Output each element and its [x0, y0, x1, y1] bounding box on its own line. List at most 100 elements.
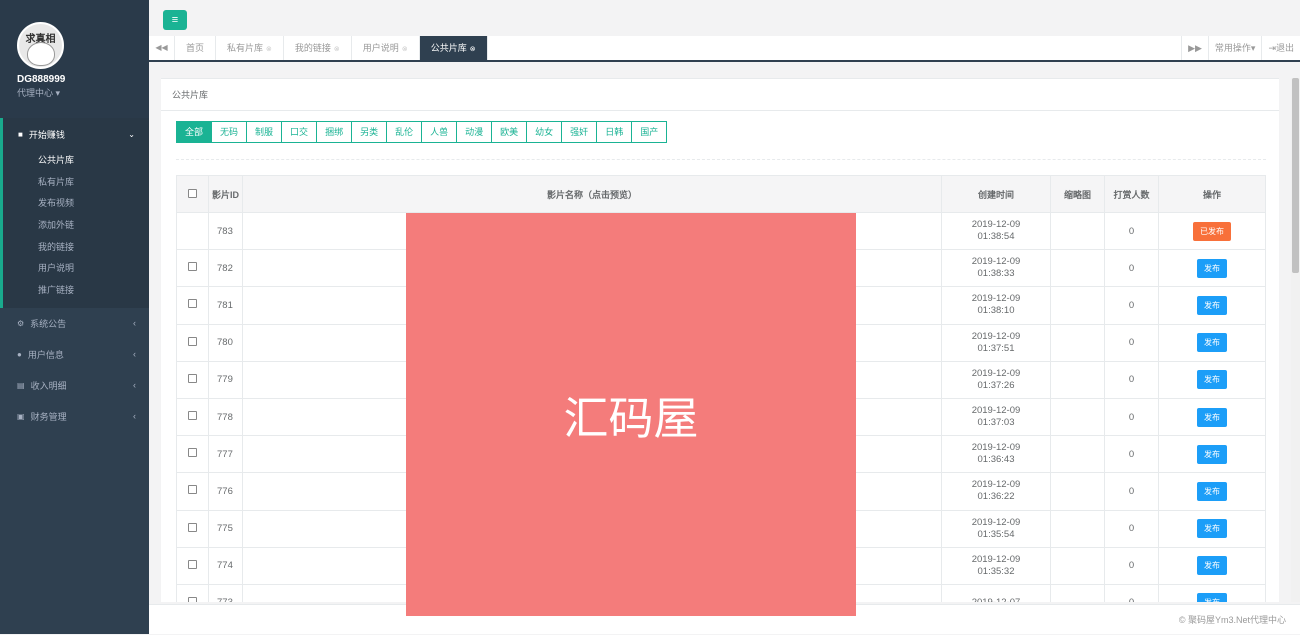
category-button[interactable]: 动漫: [456, 121, 493, 143]
row-action: 发布: [1158, 472, 1266, 511]
row-checkbox[interactable]: [188, 596, 197, 602]
submenu-item-add-external-link[interactable]: 添加外链: [3, 215, 149, 237]
category-button[interactable]: 欧美: [491, 121, 528, 143]
submenu-item-public-library[interactable]: 公共片库: [3, 150, 149, 172]
divider: [176, 159, 1266, 160]
publish-button[interactable]: 发布: [1197, 556, 1227, 576]
publish-button[interactable]: 发布: [1197, 519, 1227, 539]
row-checkbox[interactable]: [188, 262, 197, 272]
category-button[interactable]: 口交: [281, 121, 318, 143]
tab-private-library[interactable]: 私有片库 ⊗: [216, 36, 284, 60]
tab-public-library[interactable]: 公共片库 ⊗: [419, 36, 488, 60]
menu-toggle-button[interactable]: ≡: [163, 10, 187, 30]
row-action: 发布: [1158, 397, 1266, 437]
publish-button[interactable]: 发布: [1197, 295, 1227, 315]
tab-my-links[interactable]: 我的链接 ⊗: [284, 36, 352, 60]
row-tip-count: 0: [1104, 435, 1159, 474]
row-date: 2019-12-09: [971, 256, 1021, 268]
submenu-item-promo-link[interactable]: 推广链接: [3, 280, 149, 302]
close-icon[interactable]: ⊗: [266, 46, 272, 53]
tab-home[interactable]: 首页: [175, 36, 217, 60]
row-time: 01:38:33: [977, 268, 1015, 280]
publish-button[interactable]: 发布: [1197, 407, 1227, 427]
logout-button[interactable]: ⇥退出: [1261, 36, 1300, 60]
category-button[interactable]: 强奸: [561, 121, 598, 143]
tab-label: 私有片库: [227, 43, 264, 53]
select-all-checkbox[interactable]: [188, 188, 197, 198]
publish-button[interactable]: 发布: [1197, 370, 1227, 390]
row-checkbox[interactable]: [188, 485, 197, 495]
common-ops-dropdown[interactable]: 常用操作▾: [1207, 36, 1262, 60]
tab-scroll-left-icon[interactable]: ◀◀: [149, 36, 175, 60]
submenu-item-private-library[interactable]: 私有片库: [3, 172, 149, 194]
submenu-item-user-guide[interactable]: 用户说明: [3, 258, 149, 280]
category-button[interactable]: 捆绑: [316, 121, 353, 143]
row-created: 2019-12-09 01:38:10: [941, 286, 1051, 325]
close-icon[interactable]: ⊗: [334, 46, 340, 53]
category-button[interactable]: 另类: [351, 121, 388, 143]
row-select-cell: [176, 323, 209, 362]
submenu-item-my-links[interactable]: 我的链接: [3, 237, 149, 259]
sidebar-item-user-info[interactable]: ● 用户信息 ‹: [0, 339, 149, 370]
row-action: 已发布: [1158, 211, 1266, 251]
tab-bar-right: ▶▶ 常用操作▾ ⇥退出: [1181, 36, 1300, 60]
category-button[interactable]: 乱伦: [386, 121, 423, 143]
row-checkbox[interactable]: [188, 336, 197, 346]
table-header-row: 影片ID 影片名称（点击预览） 创建时间 缩略图 打赏人数 操作: [176, 175, 1266, 213]
tab-user-guide[interactable]: 用户说明 ⊗: [352, 36, 420, 60]
sidebar-item-label: 系统公告: [30, 318, 67, 329]
category-button[interactable]: 人兽: [421, 121, 458, 143]
database-icon: ■: [18, 129, 23, 139]
close-icon[interactable]: ⊗: [402, 46, 408, 53]
chevron-down-icon: ⌄: [128, 129, 135, 139]
category-button[interactable]: 制服: [246, 121, 283, 143]
row-thumbnail: [1050, 249, 1105, 288]
row-date: 2019-12-09: [971, 219, 1021, 231]
avatar[interactable]: 求真相: [17, 22, 64, 69]
close-icon[interactable]: ⊗: [470, 46, 476, 53]
user-role-dropdown[interactable]: 代理中心 ▾: [17, 86, 60, 99]
copy-icon: ▣: [17, 411, 25, 421]
publish-button[interactable]: 发布: [1197, 593, 1227, 602]
row-thumbnail: [1050, 211, 1105, 251]
sidebar-item-finance[interactable]: ▣ 财务管理 ‹: [0, 401, 149, 432]
row-checkbox[interactable]: [188, 411, 197, 421]
tab-scroll-right-icon[interactable]: ▶▶: [1181, 36, 1208, 60]
category-button[interactable]: 幼女: [526, 121, 563, 143]
publish-button[interactable]: 发布: [1197, 444, 1227, 464]
row-tip-count: 0: [1104, 211, 1159, 251]
username: DG888999: [17, 74, 66, 85]
published-button[interactable]: 已发布: [1193, 221, 1231, 241]
category-button[interactable]: 无码: [211, 121, 248, 143]
sidebar-item-system-notice[interactable]: ⚙ 系统公告 ‹: [0, 308, 149, 339]
publish-button[interactable]: 发布: [1197, 333, 1227, 353]
row-checkbox[interactable]: [188, 373, 197, 383]
row-action: 发布: [1158, 583, 1266, 602]
tab-label: 公共片库: [430, 43, 467, 53]
row-checkbox[interactable]: [188, 522, 197, 532]
scrollbar-thumb[interactable]: [1292, 78, 1299, 273]
chevron-left-icon: ‹: [133, 349, 136, 360]
scrollbar[interactable]: [1291, 78, 1300, 602]
sidebar-item-income-details[interactable]: ▤ 收入明细 ‹: [0, 370, 149, 401]
row-checkbox[interactable]: [188, 559, 197, 569]
publish-button[interactable]: 发布: [1197, 481, 1227, 501]
menu-head-start-earning[interactable]: ■ 开始赚钱 ⌄: [3, 118, 149, 150]
row-select-cell: [176, 472, 209, 511]
row-checkbox[interactable]: [188, 299, 197, 309]
row-created: 2019-12-09 01:38:33: [941, 249, 1051, 288]
submenu-item-publish-video[interactable]: 发布视频: [3, 193, 149, 215]
row-id: 776: [208, 472, 243, 511]
publish-button[interactable]: 发布: [1197, 258, 1227, 278]
list-icon: ▤: [17, 380, 25, 390]
row-action: 发布: [1158, 286, 1266, 325]
row-checkbox[interactable]: [188, 448, 197, 458]
category-button[interactable]: 国产: [631, 121, 668, 143]
row-created: 2019-12-07: [941, 583, 1051, 602]
chevron-left-icon: ‹: [133, 318, 136, 329]
category-button[interactable]: 日韩: [596, 121, 633, 143]
row-tip-count: 0: [1104, 509, 1159, 548]
row-id: 774: [208, 546, 243, 585]
category-all[interactable]: 全部: [176, 121, 213, 143]
sidebar-item-label: 财务管理: [30, 411, 67, 422]
